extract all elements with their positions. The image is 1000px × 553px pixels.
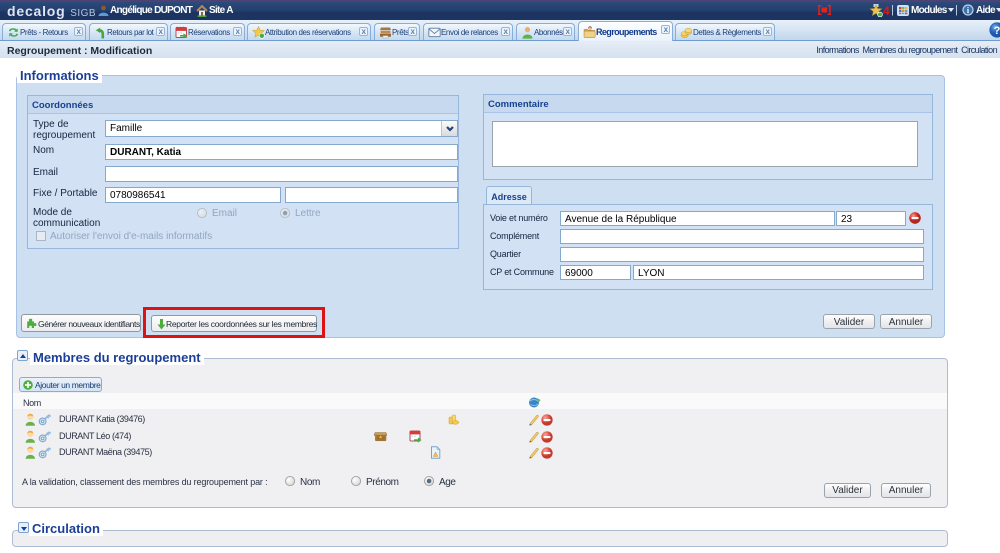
svg-text:?: ?: [994, 25, 1000, 37]
